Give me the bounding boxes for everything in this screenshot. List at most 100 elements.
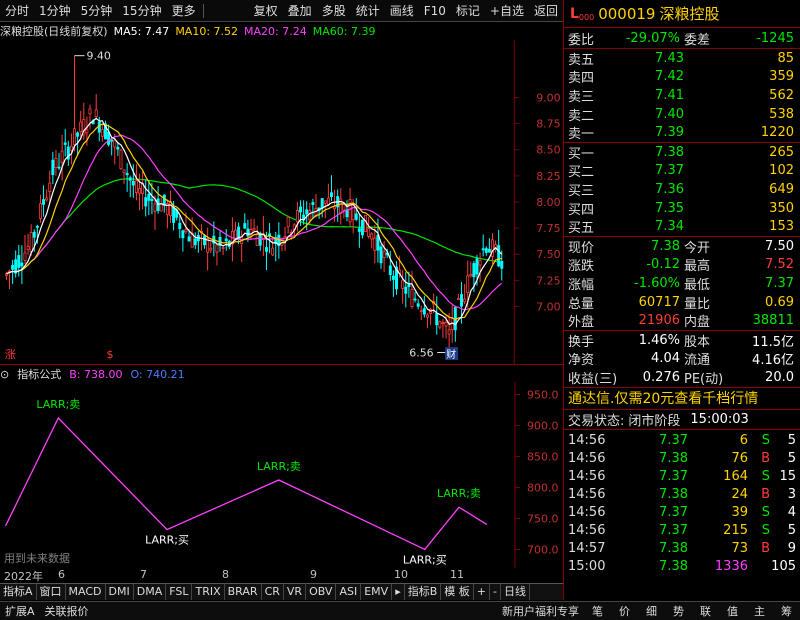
period-1min-button[interactable]: 1分钟: [34, 0, 76, 22]
tab-chips[interactable]: 筹: [773, 603, 800, 619]
ask-row[interactable]: 卖一 7.39 1220: [564, 123, 800, 142]
indicator-signal-label: LARR;卖: [437, 487, 481, 500]
kline-chart[interactable]: 9.00 8.75 8.50 8.25 8.00 7.75 7.50 7.25 7.00 9.4…: [0, 40, 563, 365]
bid-row[interactable]: 买四 7.35 350: [564, 199, 800, 218]
tab-daily[interactable]: 日线: [501, 584, 530, 600]
ask-price: 7.39: [655, 125, 684, 141]
candle-body: [444, 322, 448, 327]
period-more-button[interactable]: 更多: [167, 0, 201, 22]
tick-time: 14:56: [568, 487, 606, 503]
indicator-name[interactable]: 指标公式: [17, 366, 61, 382]
date-month-11: 11: [450, 568, 464, 581]
draw-line-button[interactable]: 画线: [385, 0, 419, 22]
tick-price: 7.37: [659, 469, 688, 485]
high-price-label: 9.40: [86, 50, 110, 63]
candle-body: [382, 251, 386, 259]
collapse-icon[interactable]: ⊙: [0, 368, 9, 381]
ask-row[interactable]: 卖二 7.40 538: [564, 105, 800, 124]
period-5min-button[interactable]: 5分钟: [76, 0, 118, 22]
new-user-promo[interactable]: 新用户福利专享: [497, 603, 584, 619]
tab-link[interactable]: 联: [692, 603, 719, 619]
tab-dmi[interactable]: DMI: [106, 584, 134, 600]
tab-vr[interactable]: VR: [284, 584, 307, 600]
price-axis-label: 7.75: [536, 222, 560, 235]
tab-template[interactable]: 模 板: [441, 584, 474, 600]
tick-side: S: [761, 505, 770, 521]
indicator-axis-label: 750.0: [527, 512, 559, 525]
statistics-button[interactable]: 统计: [351, 0, 385, 22]
period-15min-button[interactable]: 15分钟: [117, 0, 166, 22]
tick-price: 7.37: [659, 523, 688, 539]
stock-code: 000019: [598, 4, 656, 23]
tab-obv[interactable]: OBV: [306, 584, 337, 600]
stats-row: 净资 4.04 流通 4.16亿: [564, 350, 800, 368]
candle-body: [243, 223, 247, 229]
multi-stock-button[interactable]: 多股: [317, 0, 351, 22]
candle-body: [54, 157, 58, 168]
back-button[interactable]: 返回: [529, 0, 563, 22]
adjust-button[interactable]: 复权: [249, 0, 283, 22]
candle-body: [29, 232, 33, 252]
indicator-chart[interactable]: 950.0900.0850.0800.0750.0700.0 LARR;卖LAR…: [0, 382, 563, 568]
ask-row[interactable]: 卖三 7.41 562: [564, 86, 800, 105]
bid-row[interactable]: 买五 7.34 153: [564, 217, 800, 236]
tick-side: S: [761, 523, 770, 539]
tab-arrow[interactable]: ▸: [392, 584, 405, 600]
stock-header: L 000 000019 深粮控股: [564, 0, 800, 28]
tab-brar[interactable]: BRAR: [225, 584, 262, 600]
tab-dma[interactable]: DMA: [134, 584, 167, 600]
bid-price: 7.38: [655, 144, 684, 160]
period-intraday-button[interactable]: 分时: [0, 0, 34, 22]
mark-button[interactable]: 标记: [451, 0, 485, 22]
bid-label: 买二: [568, 165, 595, 181]
tab-asi[interactable]: ASI: [336, 584, 362, 600]
promo-line[interactable]: 通达信.仅需20元查看千档行情: [564, 388, 800, 410]
quote-label: 今开: [684, 240, 711, 256]
tab-cr[interactable]: CR: [262, 584, 284, 600]
candle-body: [76, 132, 80, 137]
tab-tick[interactable]: 笔: [584, 603, 611, 619]
f10-button[interactable]: F10: [419, 0, 451, 22]
tab-value[interactable]: 值: [719, 603, 746, 619]
tick-count: 5: [787, 433, 796, 449]
tab-emv[interactable]: EMV: [361, 584, 393, 600]
candle-body: [134, 180, 138, 193]
tab-indicator-a[interactable]: 指标A: [0, 584, 37, 600]
candle-body: [138, 188, 142, 194]
stock-name: 深粮控股: [659, 5, 720, 23]
add-watchlist-button[interactable]: +自选: [485, 0, 529, 22]
tab-price[interactable]: 价: [611, 603, 638, 619]
tab-main[interactable]: 主: [746, 603, 773, 619]
overlay-button[interactable]: 叠加: [283, 0, 317, 22]
candle-body: [286, 216, 290, 228]
tick-price: 7.37: [659, 505, 688, 521]
tab-trix[interactable]: TRIX: [192, 584, 225, 600]
tab-minus[interactable]: -: [490, 584, 501, 600]
tab-plus[interactable]: +: [474, 584, 490, 600]
tab-trend[interactable]: 势: [665, 603, 692, 619]
tab-window[interactable]: 窗口: [37, 584, 66, 600]
tick-volume: 164: [723, 469, 748, 485]
tab-indicator-b[interactable]: 指标B: [405, 584, 442, 600]
ask-row[interactable]: 卖五 7.43 85: [564, 49, 800, 68]
bid-row[interactable]: 买一 7.38 265: [564, 143, 800, 162]
candle-body: [264, 247, 268, 252]
bid-row[interactable]: 买二 7.37 102: [564, 162, 800, 181]
indicator-axis-label: 800.0: [527, 481, 559, 494]
candle-body: [438, 321, 442, 328]
toolbar-divider: [202, 3, 204, 18]
indicator-b-value: B: 738.00: [69, 367, 123, 381]
expand-a-button[interactable]: 扩展A: [0, 603, 40, 619]
tick-time: 14:57: [568, 541, 606, 557]
order-ratio: 委比 -29.07% 委差 -1245: [564, 28, 800, 49]
ask-row[interactable]: 卖四 7.42 359: [564, 68, 800, 86]
tab-detail[interactable]: 细: [638, 603, 665, 619]
candle-body: [413, 298, 417, 301]
tab-macd[interactable]: MACD: [66, 584, 106, 600]
promo-text[interactable]: 通达信.仅需20元查看千档行情: [568, 388, 758, 408]
quote-label: 现价: [568, 240, 595, 256]
tab-fsl[interactable]: FSL: [166, 584, 193, 600]
related-quote-button[interactable]: 关联报价: [40, 603, 94, 619]
tick-time: 14:56: [568, 433, 606, 449]
bid-row[interactable]: 买三 7.36 649: [564, 180, 800, 199]
